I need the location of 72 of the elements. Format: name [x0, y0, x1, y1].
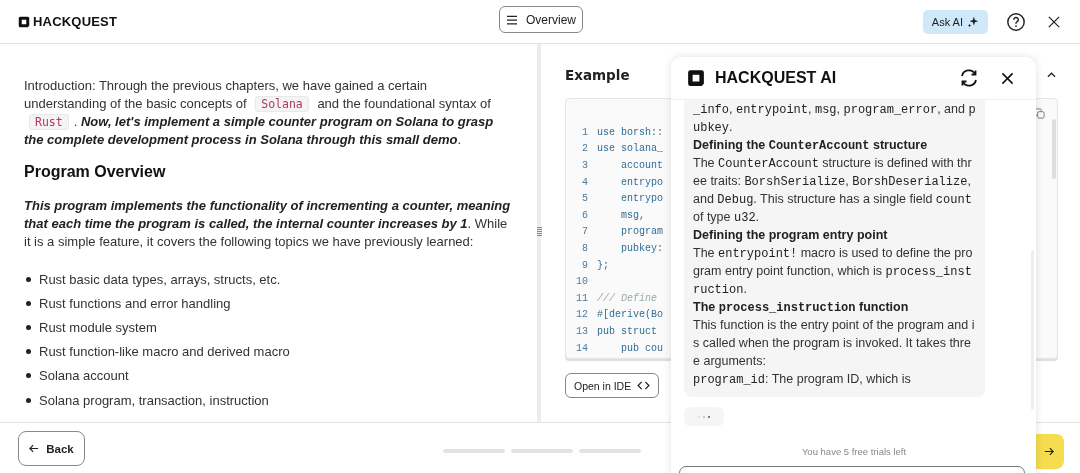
typing-indicator: [684, 407, 724, 426]
line-number: 12: [575, 309, 588, 321]
code-line: pub struct: [597, 325, 657, 337]
topic-item: Rust functions and error handling: [39, 295, 231, 311]
code-line: msg,: [620, 209, 645, 221]
topic-item: Rust function-like macro and derived macro: [39, 344, 290, 360]
topic-item: Solana program, transaction, instruction: [39, 392, 269, 408]
code-line: pub cou: [620, 342, 663, 354]
bullet-icon: [26, 397, 31, 403]
arrow-right-icon: [1044, 447, 1054, 456]
arrow-left-icon: [29, 444, 40, 453]
help-icon[interactable]: [1006, 11, 1026, 32]
trials-note: You have 5 free trials left: [800, 446, 908, 457]
sparkle-icon: [967, 15, 979, 28]
open-in-ide-button[interactable]: Open in IDE: [565, 373, 660, 398]
menu-icon: [506, 14, 518, 25]
bullet-icon: [26, 276, 31, 282]
code-line: use borsh::: [597, 126, 663, 138]
line-number: 2: [581, 143, 588, 155]
bullet-icon: [26, 349, 31, 355]
line-number: 5: [581, 193, 588, 205]
line-number: 6: [581, 209, 588, 221]
ask-ai-button[interactable]: Ask AI: [922, 9, 988, 34]
code-line: };: [597, 259, 609, 271]
code-line: account: [620, 160, 663, 171]
overview-button[interactable]: Overview: [499, 6, 583, 33]
code-line: program: [620, 226, 663, 238]
line-number: 9: [581, 259, 588, 271]
message-paragraph: _info, entrypoint, msg, program_error, and pubkey.: [693, 101, 976, 136]
message-paragraph: The entrypoint! macro is used to define the program entry point function, which is process_instruction.: [693, 245, 974, 298]
line-number: 7: [581, 226, 588, 238]
code-line: pubkey:: [620, 242, 663, 254]
line-number: 4: [581, 176, 588, 188]
copy-icon[interactable]: [1034, 108, 1045, 119]
message-heading: The process_instruction function: [693, 299, 910, 316]
line-number: 1: [581, 126, 588, 138]
example-title: Example: [565, 67, 630, 83]
line-number: 10: [575, 276, 588, 288]
topic-item: Solana account: [39, 368, 129, 384]
close-icon[interactable]: [1048, 15, 1060, 28]
line-number: 13: [575, 325, 588, 337]
message-paragraph: This function is the entry point of the program and is called when the program is invoked. It takes three arguments:: [693, 317, 976, 370]
intro-paragraph: Introduction: Through the previous chapters, we have gained a certain understanding of the basic concepts of Solana and the foundational syntax of Rust . Now, let's implement a simple counter program on Solana to grasp the complete development process in Solana through this small demo.: [24, 77, 495, 149]
logo-icon: [687, 69, 705, 87]
code-line: entrypo: [620, 176, 663, 188]
chat-title: HACKQUEST AI: [715, 69, 837, 87]
chevron-up-icon[interactable]: [1047, 72, 1056, 78]
bullet-icon: [26, 324, 31, 330]
message-heading: Defining the CounterAccount structure: [693, 137, 929, 154]
message-paragraph: program_id: The program ID, which is: [693, 371, 912, 388]
brand-name[interactable]: HACKQUEST: [33, 14, 118, 29]
topic-item: Rust basic data types, arrays, structs, etc.: [39, 271, 281, 287]
line-number: 3: [581, 160, 588, 171]
logo-icon: [18, 15, 30, 28]
section-heading: Program Overview: [24, 163, 167, 181]
close-icon[interactable]: [1001, 71, 1014, 85]
code-line: entrypo: [620, 193, 663, 205]
code-line: /// Define: [597, 292, 657, 304]
summary-paragraph: This program implements the functionality of incrementing a counter, meaning that each time the program is called, the internal counter increases by 1. While it is a simple feature, it covers the following topics we have previously learned:: [24, 197, 512, 251]
message-heading: Defining the program entry point: [693, 227, 889, 244]
code-icon: [637, 381, 651, 390]
code-line: #[derive(Bo: [597, 309, 663, 321]
message-paragraph: The CounterAccount structure is defined with three traits: BorshSerialize, BorshDeserialize, and Debug. This structure has a single field count of type u32.: [693, 155, 973, 226]
topic-item: Rust module system: [39, 319, 157, 335]
line-number: 14: [575, 342, 588, 354]
bullet-icon: [26, 373, 31, 379]
code-line: use solana_: [597, 143, 663, 155]
line-number: 8: [581, 242, 588, 254]
back-button[interactable]: Back: [18, 431, 85, 466]
refresh-icon[interactable]: [959, 69, 979, 87]
line-number: 11: [575, 292, 588, 304]
bullet-icon: [26, 300, 31, 306]
